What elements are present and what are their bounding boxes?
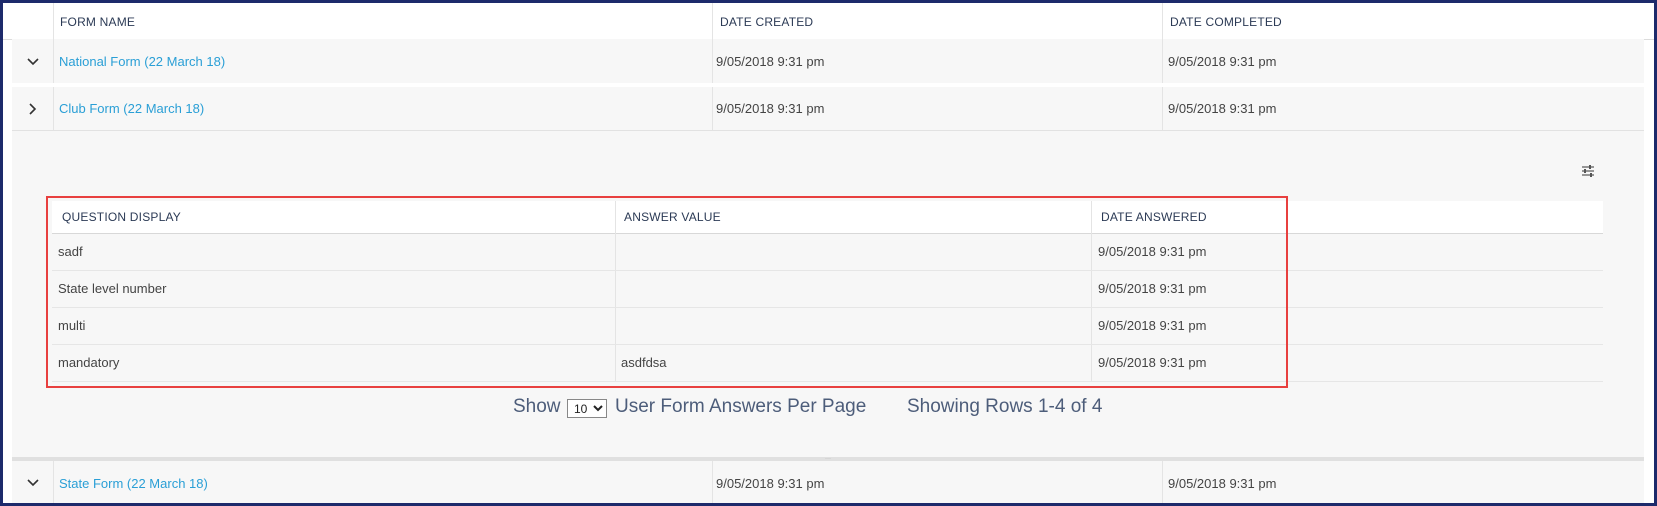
sliders-icon[interactable] (1581, 164, 1595, 178)
date-created-cell: 9/05/2018 9:31 pm (716, 54, 825, 69)
date-completed-cell: 9/05/2018 9:31 pm (1168, 476, 1277, 491)
date-completed-cell: 9/05/2018 9:31 pm (1168, 54, 1277, 69)
form-name-link[interactable]: Club Form (22 March 18) (59, 101, 204, 116)
chevron-down-icon[interactable] (26, 55, 40, 69)
header-date-completed[interactable]: DATE COMPLETED (1170, 15, 1282, 29)
window-frame: FORM NAME DATE CREATED DATE COMPLETED Na… (0, 0, 1657, 506)
pager-per-page-label: User Form Answers Per Page (615, 396, 867, 417)
header-date-created[interactable]: DATE CREATED (720, 15, 813, 29)
table-row[interactable] (12, 39, 1644, 83)
highlight-box (46, 196, 1288, 388)
form-name-link[interactable]: National Form (22 March 18) (59, 54, 225, 69)
per-page-select[interactable]: 10 (567, 399, 607, 418)
date-created-cell: 9/05/2018 9:31 pm (716, 476, 825, 491)
form-name-link[interactable]: State Form (22 March 18) (59, 476, 208, 491)
pager-showing-rows: Showing Rows 1-4 of 4 (907, 396, 1103, 417)
pager-show-label: Show (513, 396, 561, 417)
chevron-right-icon[interactable] (26, 102, 40, 116)
header-form-name[interactable]: FORM NAME (60, 15, 135, 29)
table-row[interactable] (12, 461, 1644, 503)
main-table-header: FORM NAME DATE CREATED DATE COMPLETED (3, 3, 1654, 40)
chevron-down-icon[interactable] (26, 476, 40, 490)
table-row[interactable] (12, 87, 1644, 131)
date-completed-cell: 9/05/2018 9:31 pm (1168, 101, 1277, 116)
date-created-cell: 9/05/2018 9:31 pm (716, 101, 825, 116)
